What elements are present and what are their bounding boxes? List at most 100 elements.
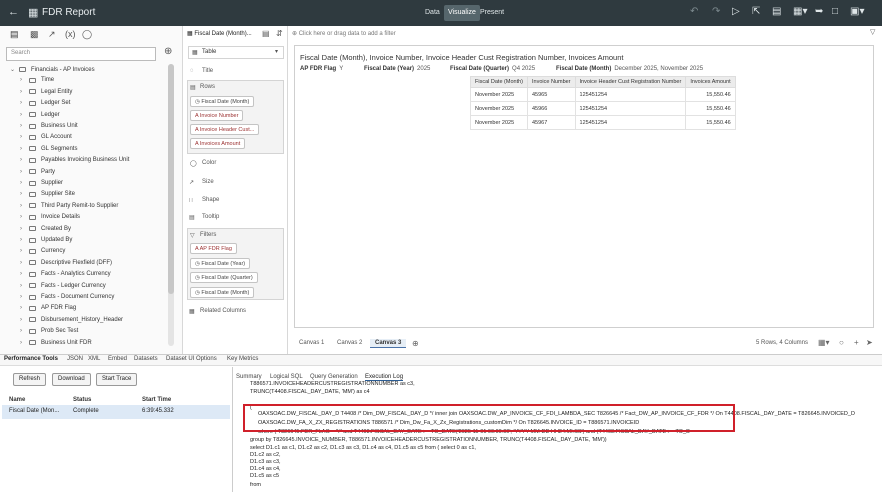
search-input[interactable]: Search — [6, 47, 156, 61]
table-header[interactable]: Invoice Header Cust Registration Number — [574, 76, 687, 88]
chevron-right-icon[interactable]: › — [20, 112, 29, 118]
back-arrow-icon[interactable]: ← — [8, 6, 19, 18]
add-icon[interactable]: + — [854, 338, 859, 347]
pin-bottom-icon[interactable]: ➤ — [866, 338, 873, 347]
chevron-right-icon[interactable]: › — [20, 214, 29, 220]
chevron-right-icon[interactable]: › — [20, 157, 29, 163]
chevron-right-icon[interactable]: › — [20, 305, 29, 311]
chevron-right-icon[interactable]: › — [20, 328, 29, 334]
table-row[interactable]: November 2025 45967 125451254 15,550.46 — [470, 115, 736, 130]
chevron-right-icon[interactable]: › — [20, 237, 29, 243]
chevron-right-icon[interactable]: › — [20, 146, 29, 152]
canvas-tab[interactable]: Canvas 3 — [370, 339, 407, 348]
add-canvas-icon[interactable]: ⊕ — [412, 339, 419, 348]
visualizations-icon[interactable]: ▩ — [30, 29, 39, 40]
tree-item[interactable]: › Legal Entity — [20, 89, 72, 95]
size-label[interactable]: Size — [202, 179, 214, 185]
tree-item[interactable]: › AP FDR Flag — [20, 305, 76, 311]
shield-icon[interactable]: ○ — [839, 338, 844, 347]
filter-item-pill[interactable]: ◷ Fiscal Date (Year) — [190, 257, 251, 269]
chevron-right-icon[interactable]: › — [20, 260, 29, 266]
table-header[interactable]: Invoice Number — [527, 76, 576, 88]
mode-visualize[interactable]: Visualize — [444, 5, 480, 21]
tree-item[interactable]: › Disbursement_History_Header — [20, 317, 123, 323]
tree-item[interactable]: › Time — [20, 77, 54, 83]
perf-tab[interactable]: JSON — [67, 356, 83, 362]
grid-menu-icon[interactable]: ▦▾ — [793, 6, 807, 17]
perf-tab[interactable]: Datasets — [134, 356, 158, 362]
chevron-right-icon[interactable]: › — [20, 123, 29, 129]
canvas-tab[interactable]: Canvas 1 — [294, 339, 329, 347]
tree-item[interactable]: › Prob Sec Test — [20, 328, 78, 334]
viz-action-icon[interactable]: ⇵ — [276, 29, 283, 38]
chevron-right-icon[interactable]: › — [20, 226, 29, 232]
layout-icon[interactable]: ▤ — [772, 6, 781, 17]
tree-item[interactable]: › Third Party Remit-to Supplier — [20, 203, 118, 209]
chevron-right-icon[interactable]: › — [20, 180, 29, 186]
tree-item[interactable]: › Business Unit — [20, 123, 78, 129]
chevron-right-icon[interactable]: › — [20, 203, 29, 209]
share-icon[interactable]: □ — [832, 6, 838, 17]
shape-label[interactable]: Shape — [202, 197, 219, 203]
table-row[interactable]: November 2025 45965 125451254 15,550.46 — [470, 87, 736, 102]
chevron-right-icon[interactable]: › — [20, 89, 29, 95]
detail-tab[interactable]: Logical SQL — [270, 374, 303, 380]
tree-item[interactable]: › Descriptive Flexfield (DFF) — [20, 260, 112, 266]
filter-item-pill[interactable]: ◷ Fiscal Date (Quarter) — [190, 272, 258, 283]
preview-icon[interactable]: ⇱ — [752, 6, 760, 17]
tree-item[interactable]: › Facts - Ledger Currency — [20, 283, 106, 289]
tree-item[interactable]: › Ledger Set — [20, 100, 70, 106]
tree-item[interactable]: › GL Segments — [20, 146, 77, 152]
chevron-right-icon[interactable]: › — [20, 294, 29, 300]
undo-icon[interactable]: ↶ — [690, 6, 698, 17]
pin-icon[interactable]: ➥ — [815, 6, 823, 17]
tree-item[interactable]: › Facts - Document Currency — [20, 294, 114, 300]
viz-settings-icon[interactable]: ▤ — [262, 29, 270, 38]
row-item-pill[interactable]: A Invoices Amount — [190, 138, 246, 149]
related-columns-label[interactable]: Related Columns — [200, 308, 246, 314]
row-item-pill[interactable]: A Invoice Header Cust... — [190, 124, 260, 135]
perf-tab[interactable]: Key Metrics — [227, 356, 258, 362]
tree-item[interactable]: › Facts - Analytics Currency — [20, 271, 111, 277]
tree-item[interactable]: › Ledger — [20, 112, 60, 118]
tree-item[interactable]: › Supplier — [20, 180, 63, 186]
color-label[interactable]: Color — [202, 160, 216, 166]
detail-tab[interactable]: Execution Log — [365, 374, 404, 381]
perf-tab[interactable]: XML — [88, 356, 100, 362]
tree-item[interactable]: › GL Account — [20, 134, 72, 140]
tree-item[interactable]: › Payables Invoicing Business Unit — [20, 157, 129, 163]
data-table[interactable]: Fiscal Date (Month) Invoice Number Invoice… — [470, 76, 736, 130]
pane-divider[interactable] — [232, 367, 233, 492]
chevron-right-icon[interactable]: › — [20, 169, 29, 175]
tree-item[interactable]: › Created By — [20, 226, 71, 232]
perf-tab[interactable]: Performance Tools — [4, 356, 58, 362]
refresh-button[interactable]: Refresh — [13, 373, 47, 386]
chevron-right-icon[interactable]: › — [20, 317, 29, 323]
table-row[interactable]: November 2025 45966 125451254 15,550.46 — [470, 101, 736, 116]
chevron-right-icon[interactable]: › — [20, 248, 29, 254]
filter-item-pill[interactable]: A AP FDR Flag — [190, 243, 237, 254]
chevron-right-icon[interactable]: › — [20, 271, 29, 277]
chevron-right-icon[interactable]: › — [20, 283, 29, 289]
canvas-tab[interactable]: Canvas 2 — [332, 339, 367, 347]
layout-toggle-icon[interactable]: ▦▾ — [818, 338, 830, 347]
table-header[interactable]: Invoices Amount — [685, 76, 736, 88]
analytics-icon[interactable]: ↗ — [48, 29, 56, 40]
expand-icon[interactable]: ⌄ — [10, 66, 19, 73]
play-icon[interactable]: ▷ — [732, 6, 740, 17]
detail-tab[interactable]: Summary — [236, 374, 262, 380]
mode-present[interactable]: Present — [476, 5, 508, 21]
tree-item[interactable]: ⌄ Financials - AP Invoices — [10, 66, 95, 74]
save-icon[interactable]: ▣▾ — [850, 6, 864, 17]
settings-icon[interactable]: ◯ — [82, 29, 92, 40]
row-item-pill[interactable]: ◷ Fiscal Date (Month) — [190, 96, 255, 107]
filter-item-pill[interactable]: ◷ Fiscal Date (Month) — [190, 286, 255, 298]
perf-tab[interactable]: Dataset UI Options — [166, 356, 217, 362]
trace-row[interactable]: Fiscal Date (Mon... Complete 6:39:45.332 — [2, 405, 230, 419]
redo-icon[interactable]: ↷ — [712, 6, 720, 17]
viz-tab[interactable]: ▦ Fiscal Date (Month)... — [187, 30, 252, 37]
expression-icon[interactable]: (x) — [65, 29, 76, 39]
row-item-pill[interactable]: A Invoice Number — [190, 110, 244, 121]
filter-bar[interactable]: ⊕ Click here or drag data to add a filte… — [292, 28, 882, 40]
chevron-right-icon[interactable]: › — [20, 134, 29, 140]
